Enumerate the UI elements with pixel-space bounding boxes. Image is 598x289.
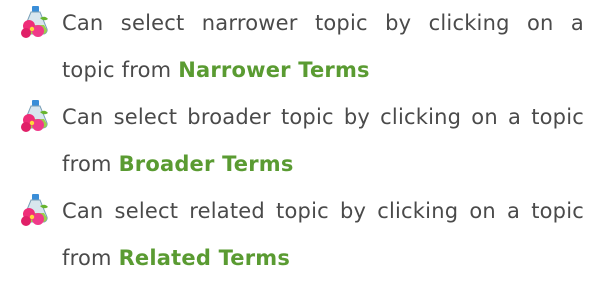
item-line-2-prefix: from <box>62 152 112 176</box>
list-item: Can select related topic by clicking on … <box>0 188 598 282</box>
item-line-2-prefix: from <box>62 246 112 270</box>
term-link-related: Related Terms <box>118 246 291 270</box>
item-line-2: from Related Terms <box>62 235 584 282</box>
item-line-2: from Broader Terms <box>62 141 584 188</box>
flask-flower-icon <box>21 6 48 38</box>
term-link-narrower: Narrower Terms <box>178 58 370 82</box>
term-link-broader: Broader Terms <box>118 152 294 176</box>
item-line-2-prefix: topic from <box>62 58 172 82</box>
list-item: Can select broader topic by clicking on … <box>0 94 598 188</box>
item-line-1: Can select broader topic by clicking on … <box>62 105 584 129</box>
item-line-2: topic from Narrower Terms <box>62 47 584 94</box>
flask-flower-icon <box>21 100 48 132</box>
flask-flower-icon <box>21 194 48 226</box>
item-line-1: Can select related topic by clicking on … <box>62 199 584 223</box>
list-item: Can select narrower topic by clicking on… <box>0 0 598 94</box>
feature-list: Can select narrower topic by clicking on… <box>0 0 598 282</box>
item-line-1: Can select narrower topic by clicking on… <box>62 11 584 35</box>
